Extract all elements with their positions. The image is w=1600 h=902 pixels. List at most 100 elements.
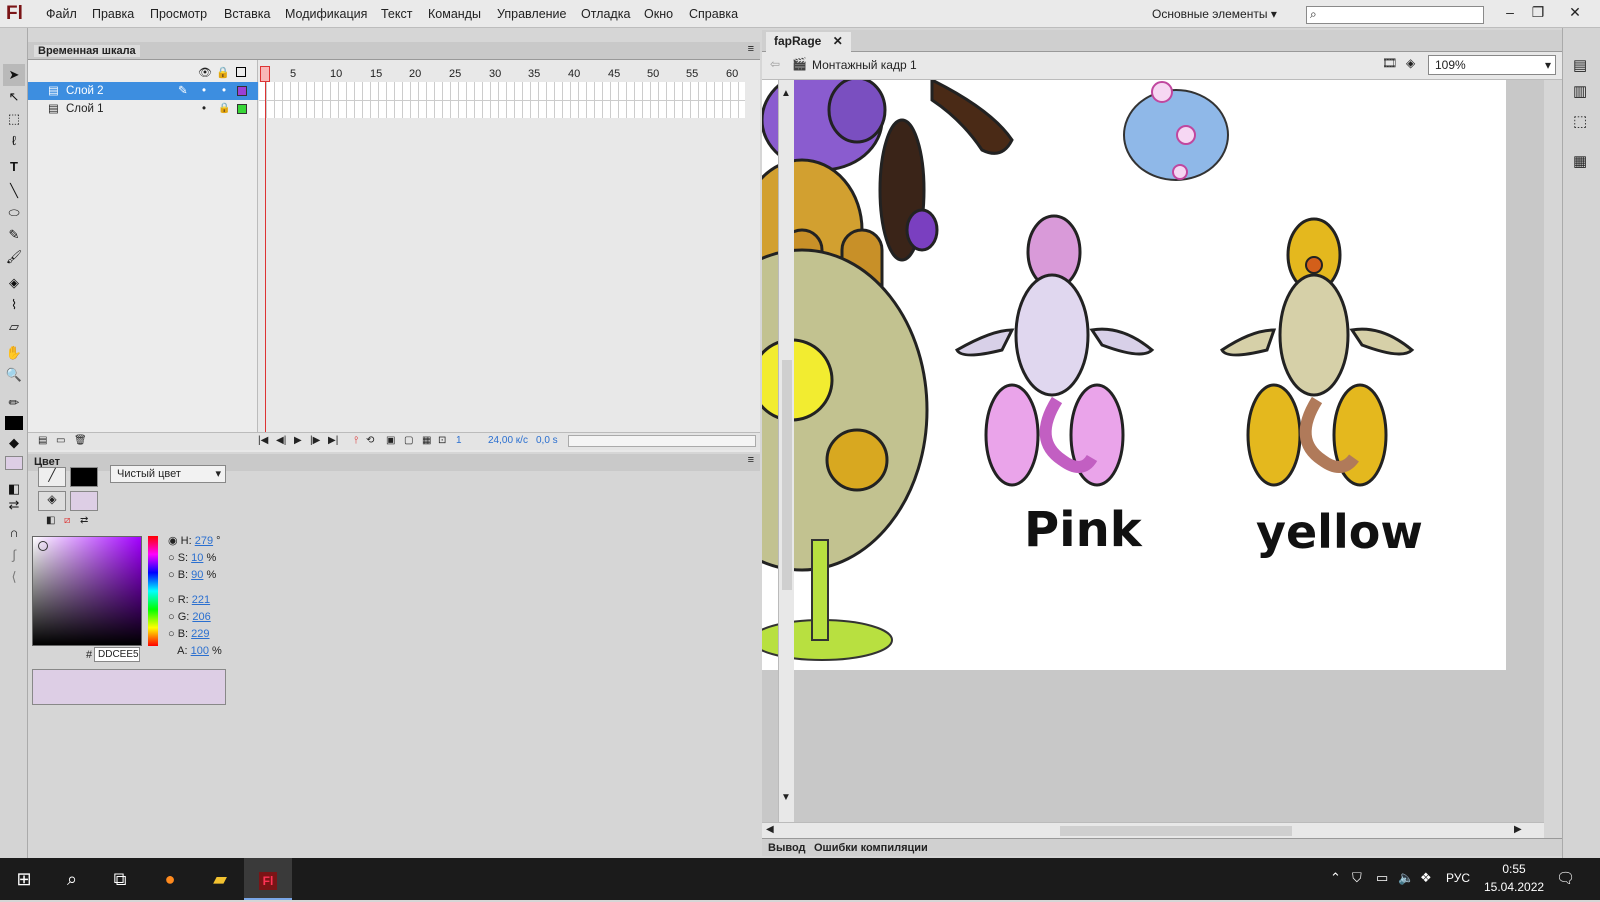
brush-tool-icon[interactable]: 🖌 — [3, 246, 25, 268]
selection-tool-icon[interactable]: ➤ — [3, 64, 25, 86]
tray-chevron-icon[interactable]: ⌃ — [1330, 870, 1341, 886]
panel-menu-icon[interactable]: ≡ — [748, 454, 754, 466]
line-tool-icon[interactable]: ╲ — [3, 180, 25, 202]
compiler-errors-tab[interactable]: Ошибки компиляции — [814, 842, 928, 854]
close-button[interactable]: ✕ — [1562, 2, 1588, 24]
panel-menu-icon[interactable]: ≡ — [748, 43, 754, 55]
red-value[interactable]: 221 — [192, 594, 210, 606]
layer-row[interactable]: ▤ Слой 2 ✎ • • — [28, 82, 258, 100]
dropbox-icon[interactable]: ❖ — [1420, 870, 1432, 886]
smooth-icon[interactable]: ∫ — [3, 544, 25, 566]
layer-color-swatch[interactable] — [237, 86, 247, 96]
hue-slider[interactable] — [148, 536, 158, 646]
hand-tool-icon[interactable]: ✋ — [3, 342, 25, 364]
last-frame-icon[interactable]: ▶| — [328, 435, 338, 446]
onion-skin-icon[interactable]: ▣ — [386, 435, 395, 446]
elapsed-time[interactable]: 0,0 s — [536, 435, 558, 446]
step-back-icon[interactable]: ◀| — [276, 435, 286, 446]
hue-value[interactable]: 279 — [195, 535, 213, 547]
character-yellow[interactable] — [1220, 217, 1415, 487]
task-view-icon[interactable]: ⧉ — [96, 858, 144, 900]
stroke-pencil-icon[interactable]: ╱ — [38, 467, 66, 487]
frames-grid[interactable]: 1 5 10 15 20 25 30 35 40 45 50 55 60 — [259, 60, 745, 440]
menu-debug[interactable]: Отладка — [581, 7, 630, 21]
pencil-tool-icon[interactable]: ✎ — [3, 224, 25, 246]
step-forward-icon[interactable]: |▶ — [310, 435, 320, 446]
visible-dot[interactable]: • — [202, 82, 206, 100]
onion-markers-icon[interactable]: ⊡ — [438, 435, 446, 446]
onion-outline-icon[interactable]: ▢ — [404, 435, 413, 446]
lasso-tool-icon[interactable]: ℓ — [3, 130, 25, 152]
scroll-down-icon[interactable]: ▼ — [781, 792, 791, 803]
layer-color-swatch[interactable] — [237, 104, 247, 114]
black-white-icon[interactable]: ◧ — [46, 515, 55, 526]
delete-layer-icon[interactable]: 🗑 — [74, 435, 87, 446]
play-icon[interactable]: ▶ — [294, 435, 302, 446]
menu-view[interactable]: Просмотр — [150, 7, 207, 21]
library-icon[interactable]: ▥ — [1573, 82, 1587, 100]
fill-bucket-icon[interactable]: ◈ — [38, 491, 66, 511]
brightness-value[interactable]: 90 — [191, 569, 203, 581]
start-icon[interactable]: ⊞ — [0, 858, 48, 900]
scroll-left-icon[interactable]: ◀ — [766, 824, 774, 835]
free-transform-tool-icon[interactable]: ⬚ — [3, 108, 25, 130]
scroll-up-icon[interactable]: ▲ — [781, 88, 791, 99]
swap-colors-icon[interactable]: ⇄ — [3, 494, 25, 516]
stroke-color-icon[interactable]: ✏ — [3, 392, 25, 414]
menu-edit[interactable]: Правка — [92, 7, 134, 21]
menu-text[interactable]: Текст — [381, 7, 412, 21]
layer-name[interactable]: Слой 2 — [66, 82, 104, 100]
scroll-right-icon[interactable]: ▶ — [1514, 824, 1522, 835]
network-icon[interactable]: ▭ — [1376, 870, 1388, 886]
flash-taskbar-button[interactable]: Fl — [244, 858, 292, 900]
edit-multiple-icon[interactable]: ▦ — [422, 435, 431, 446]
eyedropper-tool-icon[interactable]: ⌇ — [3, 294, 25, 316]
fill-color-icon[interactable]: ◆ — [3, 432, 25, 454]
menu-modify[interactable]: Модификация — [285, 7, 367, 21]
vscroll-thumb[interactable] — [782, 360, 792, 590]
volume-icon[interactable]: 🔈 — [1398, 870, 1414, 886]
no-color-icon[interactable]: ⧄ — [64, 515, 70, 526]
color-picker-square[interactable] — [32, 536, 142, 646]
menu-window[interactable]: Окно — [644, 7, 673, 21]
frame-rate[interactable]: 24,00 к/с — [488, 435, 528, 446]
swap-colors-icon[interactable]: ⇄ — [80, 515, 88, 526]
menu-insert[interactable]: Вставка — [224, 7, 270, 21]
close-tab-icon[interactable]: ✕ — [833, 34, 843, 48]
flower-cluster[interactable] — [1123, 81, 1229, 181]
back-arrow-icon[interactable]: ⇦ — [770, 57, 780, 71]
hex-input[interactable]: DDCEE5 — [94, 647, 140, 662]
clock-date[interactable]: 15.04.2022 — [1484, 880, 1544, 894]
new-layer-icon[interactable]: ▤ — [38, 435, 47, 446]
restore-button[interactable]: ❐ — [1525, 2, 1551, 24]
clock-time[interactable]: 0:55 — [1484, 862, 1544, 876]
firefox-icon[interactable]: ● — [146, 858, 194, 900]
eye-icon[interactable]: 👁 — [198, 66, 212, 79]
file-explorer-icon[interactable]: ▰ — [196, 858, 244, 900]
loop-icon[interactable]: ⟲ — [366, 435, 374, 446]
timeline-tab[interactable]: Временная шкала — [34, 45, 140, 57]
document-tab[interactable]: fapRage ✕ — [766, 32, 851, 52]
subselection-tool-icon[interactable]: ↖ — [3, 86, 25, 108]
zoom-tool-icon[interactable]: 🔍 — [3, 364, 25, 386]
layer-row[interactable]: ▤ Слой 1 • 🔒 — [28, 100, 258, 118]
lock-icon[interactable]: 🔒 — [216, 66, 230, 79]
outline-icon[interactable] — [236, 67, 246, 77]
oval-tool-icon[interactable]: ⬭ — [3, 202, 25, 224]
menu-commands[interactable]: Команды — [428, 7, 481, 21]
stroke-swatch[interactable] — [70, 467, 98, 487]
zoom-select[interactable]: 109% ▾ — [1428, 55, 1556, 75]
text-tool-icon[interactable]: T — [3, 156, 25, 178]
current-frame[interactable]: 1 — [456, 435, 462, 446]
visible-dot[interactable]: • — [202, 100, 206, 118]
notifications-icon[interactable]: 🗨 — [1556, 869, 1575, 887]
new-folder-icon[interactable]: ▭ — [56, 435, 65, 446]
layer-name[interactable]: Слой 1 — [66, 100, 104, 118]
picker-cursor[interactable] — [38, 541, 48, 551]
straighten-icon[interactable]: ⟨ — [3, 566, 25, 588]
lock-icon[interactable]: 🔒 — [218, 100, 230, 118]
security-icon[interactable]: ⛉ — [1352, 870, 1362, 886]
stage-hscroll[interactable]: ◀ ▶ — [762, 822, 1544, 838]
eraser-tool-icon[interactable]: ▱ — [3, 316, 25, 338]
paint-bucket-tool-icon[interactable]: ◈ — [3, 272, 25, 294]
